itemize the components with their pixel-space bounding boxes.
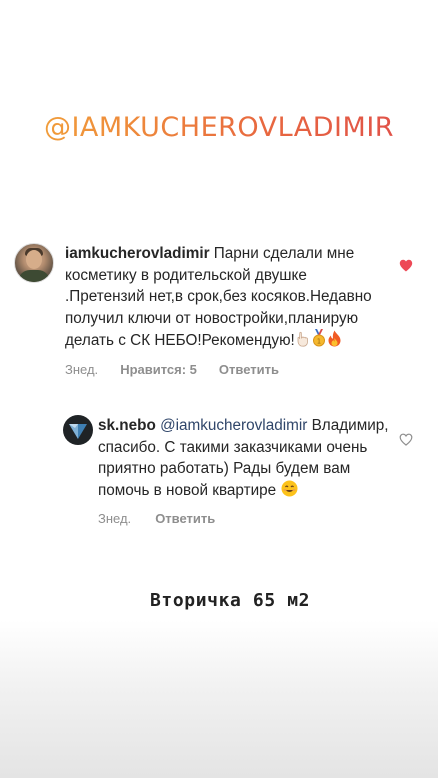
avatar[interactable] <box>14 243 54 283</box>
reply-reply-button[interactable]: Ответить <box>155 511 215 526</box>
comment-body: iamkucherovladimir Парни сделали мне кос… <box>54 243 424 377</box>
sk-nebo-logo-icon <box>69 424 87 439</box>
hand-icon <box>296 331 311 354</box>
reply-avatar[interactable] <box>63 415 93 445</box>
svg-text:1: 1 <box>317 338 321 346</box>
medal-icon: 1 <box>312 329 326 354</box>
story-caption: Вторичка 65 м2 <box>150 590 311 611</box>
fire-icon <box>327 330 342 354</box>
heart-outline-icon[interactable] <box>399 433 413 447</box>
comment-meta: Знед. Нравится: 5 Ответить <box>65 362 390 377</box>
reply-text: sk.nebo @iamkucherovladimir Владимир, сп… <box>98 415 393 503</box>
comment-text: iamkucherovladimir Парни сделали мне кос… <box>65 243 390 354</box>
comment-likes[interactable]: Нравится: 5 <box>120 362 197 377</box>
comment-username[interactable]: iamkucherovladimir <box>65 245 210 262</box>
reply-meta: Знед. Ответить <box>98 511 393 526</box>
reply-body: sk.nebo @iamkucherovladimir Владимир, сп… <box>93 415 423 526</box>
comment-time: Знед. <box>65 361 99 377</box>
comment-reply: sk.nebo @iamkucherovladimir Владимир, сп… <box>63 415 423 526</box>
reply-time: Знед. <box>98 511 132 526</box>
comment-reply-button[interactable]: Ответить <box>219 362 279 377</box>
heart-filled-icon[interactable] <box>399 259 413 273</box>
comment-main: iamkucherovladimir Парни сделали мне кос… <box>14 243 424 377</box>
story-handle-text: @IAMKUCHEROVLADIMIR <box>0 112 438 143</box>
reply-username[interactable]: sk.nebo <box>98 417 156 434</box>
reply-mention[interactable]: @iamkucherovladimir <box>160 417 307 434</box>
smile-icon <box>281 480 298 504</box>
